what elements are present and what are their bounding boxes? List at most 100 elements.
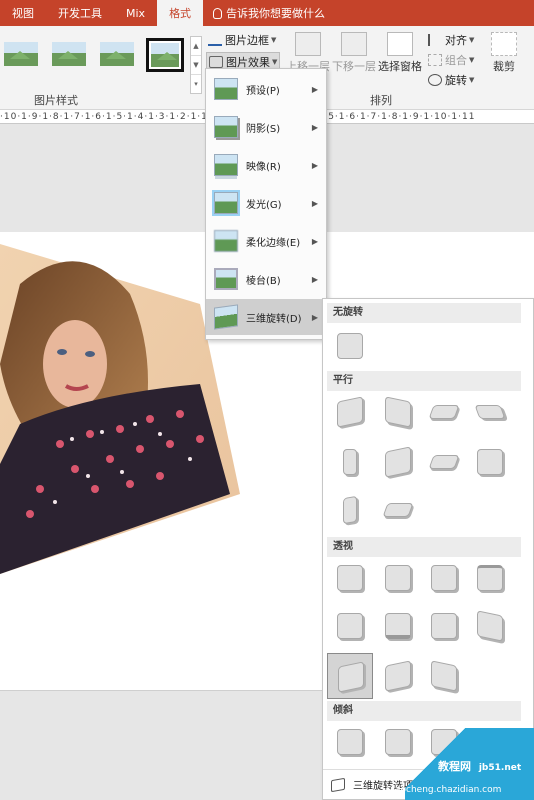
soft-edges-label: 柔化边缘(E) [246, 237, 301, 249]
parallel-option-1[interactable] [333, 395, 367, 429]
glow-icon [214, 192, 238, 214]
parallel-option-8[interactable] [473, 445, 507, 479]
selection-pane-label: 选择窗格 [378, 60, 422, 73]
gallery-down-icon[interactable]: ▼ [191, 56, 201, 75]
tab-mix[interactable]: Mix [114, 0, 157, 26]
no-rotation-option[interactable] [333, 329, 367, 363]
selection-pane-button[interactable]: 选择窗格 [378, 32, 422, 74]
pen-icon [208, 34, 222, 46]
perspective-option-11[interactable] [427, 659, 461, 693]
bring-forward-icon [295, 32, 321, 56]
crop-icon [491, 32, 517, 56]
perspective-option-8[interactable] [473, 609, 507, 643]
picture-styles-label: 图片样式 [34, 94, 78, 107]
lightbulb-icon [213, 7, 223, 19]
perspective-option-9-selected[interactable] [327, 653, 373, 699]
arrange-label: 排列 [370, 94, 392, 107]
tab-view[interactable]: 视图 [0, 0, 46, 26]
3d-rotation-label: 三维旋转(D) [246, 313, 302, 325]
3d-rotation-icon [214, 304, 238, 330]
align-icon [428, 34, 442, 46]
picture-style-3[interactable] [98, 38, 136, 72]
perspective-option-3[interactable] [427, 561, 461, 595]
picture-style-4[interactable] [146, 38, 184, 72]
send-backward-button[interactable]: 下移一层 [332, 32, 376, 74]
perspective-option-4[interactable] [473, 561, 507, 595]
submenu-arrow-icon: ▶ [311, 198, 318, 208]
send-backward-icon [341, 32, 367, 56]
picture-style-1[interactable] [2, 38, 40, 72]
menu-item-soft-edges[interactable]: 柔化边缘(E) ▶ [206, 223, 326, 259]
parallel-option-10[interactable] [381, 493, 415, 527]
parallel-option-4[interactable] [473, 395, 507, 429]
parallel-option-9[interactable] [333, 493, 367, 527]
3d-rotation-submenu: 无旋转 平行 透视 倾斜 三维旋转选项 [322, 298, 534, 800]
watermark-line2: jb51.net [478, 763, 522, 773]
parallel-option-5[interactable] [333, 445, 367, 479]
menu-item-shadow[interactable]: 阴影(S) ▶ [206, 109, 326, 145]
picture-border-label: 图片边框 [225, 34, 269, 47]
picture-styles-gallery [0, 36, 190, 94]
submenu-arrow-icon: ▶ [311, 122, 318, 132]
crop-button[interactable]: 裁剪 [488, 32, 520, 74]
rotated-photo[interactable] [0, 244, 240, 574]
menu-item-preset[interactable]: 预设(P) ▶ [206, 71, 326, 107]
parallel-header: 平行 [327, 371, 521, 391]
submenu-arrow-icon: ▶ [311, 84, 318, 94]
group-icon [428, 54, 442, 66]
submenu-arrow-icon: ▶ [311, 160, 318, 170]
tab-developer[interactable]: 开发工具 [46, 0, 114, 26]
perspective-option-1[interactable] [333, 561, 367, 595]
submenu-arrow-icon: ▶ [311, 236, 318, 246]
glow-label: 发光(G) [246, 199, 282, 211]
watermark-url: jiaocheng.chazidian.com [390, 785, 502, 795]
rotate-icon [428, 74, 442, 86]
rotate-button[interactable]: 旋转 ▼ [428, 72, 474, 88]
menu-item-bevel[interactable]: 棱台(B) ▶ [206, 261, 326, 297]
shadow-label: 阴影(S) [246, 123, 281, 135]
picture-style-2[interactable] [50, 38, 88, 72]
parallel-option-3[interactable] [427, 395, 461, 429]
align-label: 对齐 [445, 34, 467, 47]
tell-me-search[interactable]: 告诉我你想要做什么 [203, 0, 337, 26]
menu-item-glow[interactable]: 发光(G) ▶ [206, 185, 326, 221]
gallery-up-icon[interactable]: ▲ [191, 37, 201, 56]
gallery-more-icon[interactable]: ▾ [191, 75, 201, 94]
preset-label: 预设(P) [246, 85, 280, 97]
bevel-icon [214, 268, 238, 290]
rotation-options-icon [331, 777, 345, 792]
parallel-option-7[interactable] [427, 445, 461, 479]
reflection-icon [214, 154, 238, 176]
submenu-arrow-icon: ▶ [311, 274, 318, 284]
bevel-label: 棱台(B) [246, 275, 281, 287]
no-rotation-header: 无旋转 [327, 303, 521, 323]
picture-border-button[interactable]: 图片边框 ▼ [208, 32, 276, 48]
watermark-text: 教程网 jb51.net [438, 758, 521, 774]
menu-item-3d-rotation[interactable]: 三维旋转(D) ▶ [206, 299, 326, 335]
tell-me-text: 告诉我你想要做什么 [226, 7, 326, 20]
send-backward-label: 下移一层 [332, 60, 376, 73]
picture-effects-icon [209, 56, 223, 68]
preset-icon [214, 78, 238, 100]
gallery-scroll[interactable]: ▲ ▼ ▾ [190, 36, 202, 94]
rotate-label: 旋转 [445, 74, 467, 87]
perspective-option-2[interactable] [381, 561, 415, 595]
picture-effects-menu: 预设(P) ▶ 阴影(S) ▶ 映像(R) ▶ 发光(G) ▶ 柔化边缘(E) … [205, 68, 327, 340]
perspective-option-7[interactable] [427, 609, 461, 643]
shadow-icon [214, 116, 238, 138]
parallel-option-2[interactable] [381, 395, 415, 429]
oblique-option-1[interactable] [333, 725, 367, 759]
perspective-option-10[interactable] [381, 659, 415, 693]
align-button[interactable]: 对齐 ▼ [428, 32, 474, 48]
reflection-label: 映像(R) [246, 161, 281, 173]
menu-item-reflection[interactable]: 映像(R) ▶ [206, 147, 326, 183]
group-button[interactable]: 组合 ▼ [428, 52, 474, 68]
perspective-option-6[interactable] [381, 609, 415, 643]
ribbon-tab-bar: 视图 开发工具 Mix 格式 告诉我你想要做什么 [0, 0, 534, 26]
crop-label: 裁剪 [493, 60, 515, 73]
parallel-option-6[interactable] [381, 445, 415, 479]
perspective-option-5[interactable] [333, 609, 367, 643]
selection-pane-icon [387, 32, 413, 56]
soft-edges-icon [214, 230, 238, 252]
tab-format[interactable]: 格式 [157, 0, 204, 26]
